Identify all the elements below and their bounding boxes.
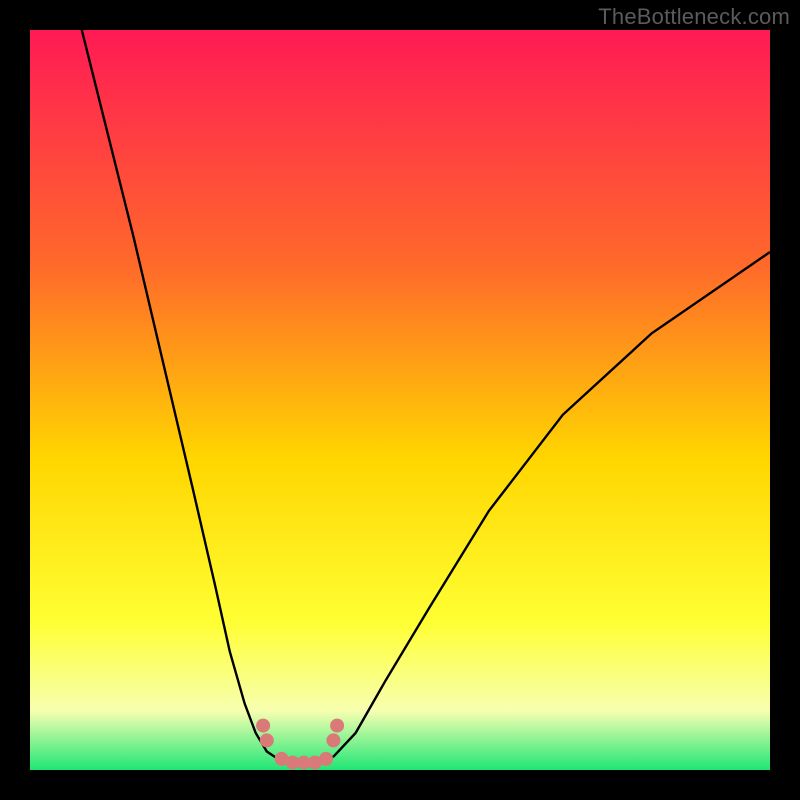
- watermark-text: TheBottleneck.com: [598, 4, 790, 30]
- plot-area: [30, 30, 770, 770]
- curve-left-branch: [82, 30, 278, 759]
- chart-frame: TheBottleneck.com: [0, 0, 800, 800]
- valley-marker-dot: [260, 733, 274, 747]
- valley-markers: [256, 719, 344, 770]
- valley-marker-dot: [326, 733, 340, 747]
- valley-marker-dot: [330, 719, 344, 733]
- curve-right-branch: [333, 252, 770, 757]
- valley-marker-dot: [256, 719, 270, 733]
- valley-marker-dot: [319, 752, 333, 766]
- curve-layer: [30, 30, 770, 770]
